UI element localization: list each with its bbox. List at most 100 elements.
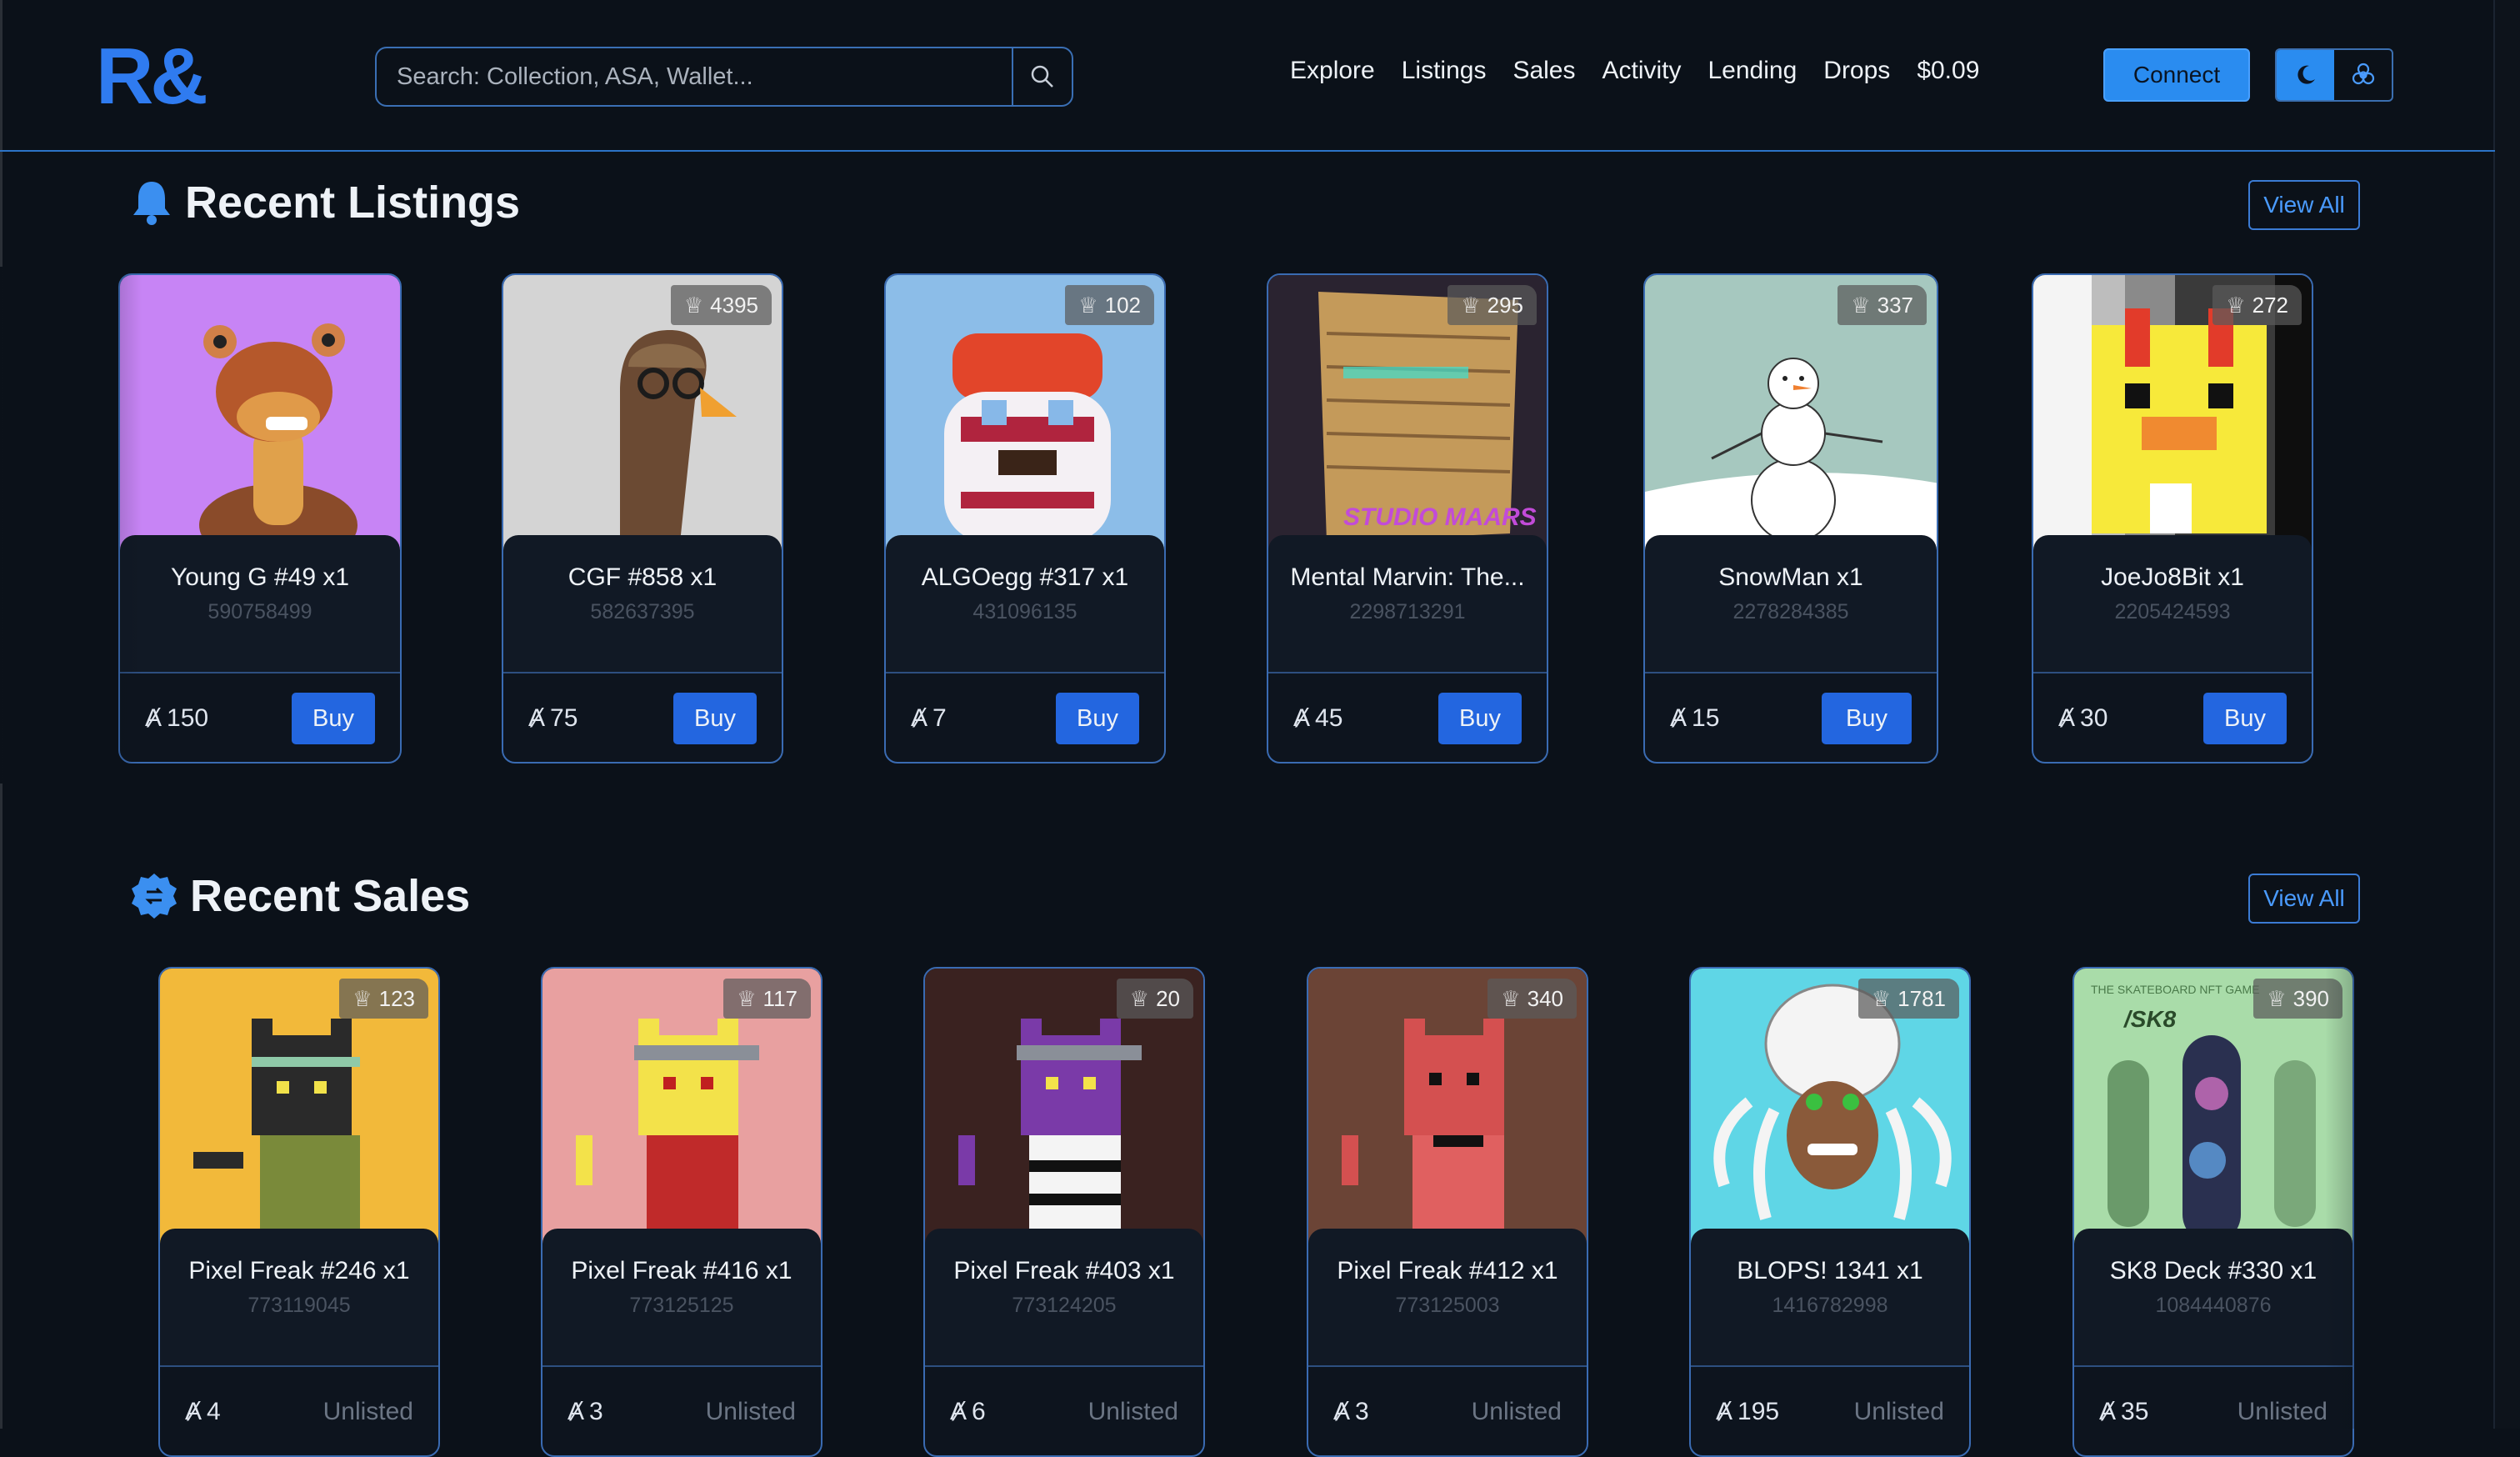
crown-icon: ♕	[1129, 985, 1150, 1011]
section-title-text: Recent Sales	[190, 871, 471, 921]
listing-status: Unlisted	[1471, 1398, 1562, 1425]
algo-icon: Ⱥ	[568, 1398, 585, 1425]
art-label: THE SKATEBOARD NFT GAME	[2091, 983, 2260, 996]
rank-badge: ♕ 1781	[1858, 979, 1959, 1019]
nft-name: Young G #49 x1	[170, 563, 350, 591]
card-info: Pixel Freak #246 x1 773119045	[160, 1229, 438, 1367]
bell-icon	[133, 182, 170, 225]
listing-card[interactable]: Young G #49 x1 590758499 Ⱥ 150 Buy	[118, 273, 402, 764]
card-footer: Ⱥ6 Unlisted	[925, 1365, 1203, 1455]
listing-card[interactable]: ♕ 272 JoeJo8Bit x1 2205424593 Ⱥ 30 Buy	[2032, 273, 2313, 764]
nft-name: Mental Marvin: The...	[1290, 563, 1525, 591]
dark-mode-button[interactable]	[2277, 50, 2334, 100]
alt-theme-button[interactable]	[2334, 50, 2392, 100]
rank-value: 295	[1487, 292, 1523, 318]
algo-icon: Ⱥ	[911, 704, 928, 732]
rank-value: 337	[1877, 292, 1913, 318]
buy-button[interactable]: Buy	[2203, 693, 2287, 744]
buy-button[interactable]: Buy	[673, 693, 757, 744]
card-info: Pixel Freak #412 x1 773125003	[1308, 1229, 1587, 1367]
rank-badge: ♕ 102	[1065, 285, 1154, 325]
asa-id: 773119045	[248, 1294, 351, 1317]
card-footer: Ⱥ 150 Buy	[120, 672, 400, 762]
price: Ⱥ 150	[145, 704, 208, 733]
sale-card[interactable]: ♕ 340 Pixel Freak #412 x1 773125003 Ⱥ3 Un…	[1307, 967, 1588, 1457]
nav-activity[interactable]: Activity	[1602, 57, 1681, 85]
card-info: Young G #49 x1 590758499	[120, 535, 400, 673]
asa-id: 2205424593	[2114, 600, 2231, 623]
badge-exchange-icon	[132, 874, 177, 919]
card-footer: Ⱥ 15 Buy	[1645, 672, 1937, 762]
price: Ⱥ 30	[2058, 704, 2108, 733]
card-info: JoeJo8Bit x1 2205424593	[2033, 535, 2312, 673]
nav-explore[interactable]: Explore	[1290, 57, 1375, 85]
nft-name: SnowMan x1	[1718, 563, 1863, 591]
sale-card[interactable]: ♕ 1781 BLOPS! 1341 x1 1416782998 Ⱥ 195 Unl…	[1689, 967, 1971, 1457]
sale-card[interactable]: THE SKATEBOARD NFT GAME /SK8 ♕ 390 SK8 De…	[2072, 967, 2354, 1457]
listing-card[interactable]: ♕ 4395 CGF #858 x1 582637395 Ⱥ 75 Buy	[502, 273, 783, 764]
card-footer: Ⱥ 35 Unlisted	[2074, 1365, 2352, 1455]
rank-badge: ♕ 340	[1488, 979, 1577, 1019]
crown-icon: ♕	[1501, 985, 1521, 1011]
logo[interactable]: R&	[96, 37, 208, 117]
card-footer: Ⱥ3 Unlisted	[1308, 1365, 1587, 1455]
asa-id: 590758499	[208, 600, 312, 623]
price-value: 3	[1355, 1398, 1369, 1425]
crown-icon: ♕	[1851, 292, 1871, 318]
crown-icon: ♕	[683, 292, 704, 318]
nav-drops[interactable]: Drops	[1823, 57, 1890, 85]
listing-card[interactable]: ♕ 337 SnowMan x1 2278284385 Ⱥ 15 Buy	[1643, 273, 1938, 764]
listing-card[interactable]: ♕ 102 ALGOegg #317 x1 431096135 Ⱥ7 Buy	[884, 273, 1166, 764]
buy-button[interactable]: Buy	[292, 693, 375, 744]
buy-button[interactable]: Buy	[1438, 693, 1522, 744]
listing-status: Unlisted	[2237, 1398, 2328, 1425]
price-value: 7	[932, 704, 947, 732]
sale-card[interactable]: ♕ 123 Pixel Freak #246 x1 773119045 Ⱥ4 Un…	[158, 967, 440, 1457]
asa-id: 773125003	[1395, 1294, 1500, 1317]
algo-icon: Ⱥ	[1333, 1398, 1351, 1425]
asa-id: 582637395	[590, 600, 695, 623]
price-value: 3	[589, 1398, 603, 1425]
listing-card[interactable]: STUDIO MAARS ♕ 295 Mental Marvin: The... …	[1267, 273, 1548, 764]
search-input[interactable]	[377, 48, 1012, 105]
price: Ⱥ3	[1333, 1398, 1369, 1426]
sales-view-all-button[interactable]: View All	[2248, 874, 2360, 924]
buy-button[interactable]: Buy	[1822, 693, 1912, 744]
recent-sales-heading: Recent Sales	[130, 870, 470, 922]
nav-sales[interactable]: Sales	[1512, 57, 1575, 85]
rank-value: 123	[378, 985, 415, 1011]
scrollbar-track[interactable]	[2493, 0, 2520, 1429]
listings-view-all-button[interactable]: View All	[2248, 180, 2360, 230]
carousel-fade	[2325, 950, 2458, 1429]
rank-value: 340	[1527, 985, 1563, 1011]
crown-icon: ♕	[1461, 292, 1481, 318]
listing-status: Unlisted	[322, 1398, 413, 1425]
theme-toggle[interactable]	[2275, 48, 2393, 102]
nft-name: Pixel Freak #403 x1	[953, 1257, 1175, 1284]
crown-icon: ♕	[1871, 985, 1892, 1011]
algo-icon: Ⱥ	[2058, 704, 2076, 732]
search-icon	[1031, 65, 1053, 88]
card-footer: Ⱥ 30 Buy	[2033, 672, 2312, 762]
rank-badge: ♕ 272	[2212, 285, 2302, 325]
buy-button[interactable]: Buy	[1056, 693, 1139, 744]
price-value: 15	[1692, 704, 1720, 732]
asa-id: 773124205	[1012, 1294, 1117, 1317]
nav-lending[interactable]: Lending	[1708, 57, 1798, 85]
price: Ⱥ 45	[1293, 704, 1342, 733]
connect-button[interactable]: Connect	[2103, 48, 2250, 102]
rank-badge: ♕ 295	[1448, 285, 1537, 325]
art-label: STUDIO MAARS	[1343, 503, 1537, 531]
card-info: SnowMan x1 2278284385	[1645, 535, 1937, 673]
search-button[interactable]	[1012, 48, 1072, 105]
sale-card[interactable]: ♕ 117 Pixel Freak #416 x1 773125125 Ⱥ3 Un…	[541, 967, 822, 1457]
asa-id: 773125125	[629, 1294, 734, 1317]
nav-listings[interactable]: Listings	[1402, 57, 1487, 85]
asa-id: 2298713291	[1349, 600, 1466, 623]
card-info: CGF #858 x1 582637395	[503, 535, 782, 673]
nav-menu: Explore Listings Sales Activity Lending …	[1290, 57, 1979, 85]
rank-value: 390	[2292, 985, 2329, 1011]
crown-icon: ♕	[2226, 292, 2246, 318]
sale-card[interactable]: ♕ 20 Pixel Freak #403 x1 773124205 Ⱥ6 Unl…	[923, 967, 1205, 1457]
algo-icon: Ⱥ	[145, 704, 162, 732]
